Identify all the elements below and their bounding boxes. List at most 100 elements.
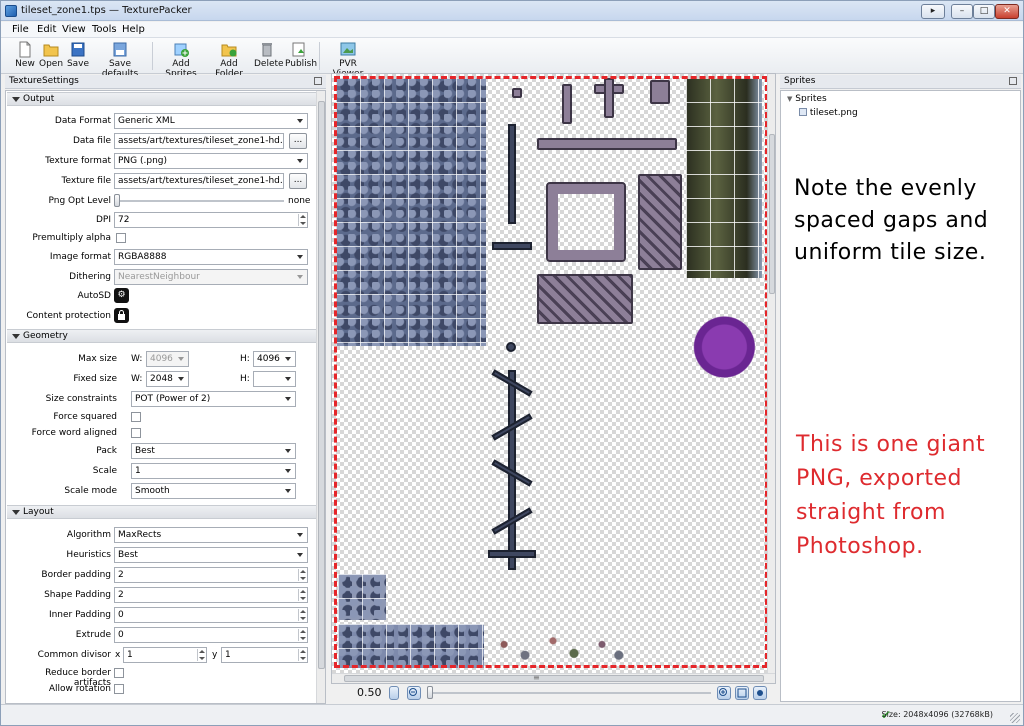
zoom-spinner[interactable] [389,686,399,700]
minimize-button[interactable]: – [951,4,973,19]
max-size-height-value: 4096 [257,354,280,364]
border-padding-input[interactable]: 2 [114,567,308,583]
menu-edit[interactable]: Edit [37,24,56,35]
scale-mode-select[interactable]: Smooth [131,483,296,499]
settings-scrollbar-thumb[interactable] [318,101,325,669]
texture-format-select[interactable]: PNG (.png) [114,153,308,169]
texture-file-input[interactable]: assets/art/textures/tileset_zone1-hd.png [114,173,284,189]
chevron-down-icon [285,469,291,473]
dock-float-icon[interactable] [314,77,322,85]
section-output[interactable]: Output [7,92,317,106]
menu-view[interactable]: View [62,24,86,35]
common-divisor-y-value: 1 [225,650,231,660]
canvas-horizontal-scrollbar[interactable]: ≡ [332,673,775,683]
section-geometry[interactable]: Geometry [7,329,317,343]
spinner-arrows-icon[interactable] [298,569,306,581]
section-layout[interactable]: Layout [7,505,317,519]
spinner-arrows-icon[interactable] [298,214,306,226]
open-button[interactable]: Open [39,41,63,69]
collapse-triangle-icon [12,334,20,339]
dithering-select[interactable]: NearestNeighbour [114,269,308,285]
size-constraints-select[interactable]: POT (Power of 2) [131,391,296,407]
restore-button[interactable]: ▸ [921,4,945,19]
extrude-input[interactable]: 0 [114,627,308,643]
image-format-select[interactable]: RGBA8888 [114,249,308,265]
fixed-size-h-label: H: [240,374,250,384]
algorithm-label: Algorithm [66,530,111,540]
png-opt-slider-handle[interactable] [114,194,120,207]
autosd-gear-button[interactable]: ⚙ [114,288,129,303]
data-format-select[interactable]: Generic XML [114,113,308,129]
dpi-input[interactable]: 72 [114,212,308,228]
settings-scrollbar[interactable] [316,91,325,703]
fixed-size-height-select[interactable] [253,371,296,387]
zoom-slider[interactable] [431,692,711,694]
data-file-input[interactable]: assets/art/textures/tileset_zone1-hd.xml [114,133,284,149]
menu-help[interactable]: Help [122,24,145,35]
close-button[interactable]: ✕ [995,4,1019,19]
new-button[interactable]: New [13,41,37,69]
chevron-down-icon [285,357,291,361]
spinner-arrows-icon[interactable] [298,629,306,641]
heuristics-select[interactable]: Best [114,547,308,563]
zoom-actual-button[interactable] [753,686,767,700]
premultiply-alpha-checkbox[interactable] [116,233,126,243]
extrude-label: Extrude [75,630,111,640]
spinner-arrows-icon[interactable] [197,649,205,661]
add-sprites-button[interactable]: Add Sprites [159,41,203,79]
save-button[interactable]: Save [66,41,90,69]
add-folder-button[interactable]: Add Folder [208,41,250,79]
save-button-label: Save [66,59,90,69]
scale-select[interactable]: 1 [131,463,296,479]
algorithm-select[interactable]: MaxRects [114,527,308,543]
delete-button[interactable]: Delete [254,41,284,69]
zoom-fit-button[interactable] [735,686,749,700]
zoom-out-button[interactable] [407,686,421,700]
spinner-arrows-icon[interactable] [298,649,306,661]
spinner-arrows-icon[interactable] [298,609,306,621]
zoom-in-button[interactable] [717,686,731,700]
main-toolbar: New Open Save Save defaults Add Sprites … [1,38,1023,79]
sprite-sheet-canvas[interactable]: ≡ [331,73,776,684]
spinner-arrows-icon[interactable] [298,589,306,601]
png-opt-slider[interactable] [116,200,284,202]
max-size-height-select[interactable]: 4096 [253,351,296,367]
sprite-item-row[interactable]: tileset.png [799,108,858,118]
dock-float-icon[interactable] [1009,77,1017,85]
border-padding-label: Border padding [41,570,111,580]
menu-tools[interactable]: Tools [92,24,117,35]
zoom-slider-handle[interactable] [427,686,433,699]
add-sprites-icon [174,43,189,57]
sprite-item-label: tileset.png [809,108,858,118]
texture-file-browse-button[interactable]: ... [289,173,307,189]
shape-padding-input[interactable]: 2 [114,587,308,603]
force-squared-checkbox[interactable] [131,412,141,422]
sprites-folder-row[interactable]: ▼ Sprites [787,94,827,104]
allow-rotation-checkbox[interactable] [114,684,124,694]
canvas-horizontal-scrollbar-thumb[interactable]: ≡ [344,673,764,682]
inner-padding-input[interactable]: 0 [114,607,308,623]
content-protection-button[interactable] [114,308,129,323]
resize-grip-icon[interactable] [1010,713,1020,723]
image-file-icon [799,108,807,116]
pack-select[interactable]: Best [131,443,296,459]
heuristics-label: Heuristics [66,550,111,560]
pack-label: Pack [96,446,117,456]
canvas-vertical-scrollbar[interactable] [767,74,775,674]
data-file-browse-button[interactable]: ... [289,133,307,149]
fixed-size-width-select[interactable]: 2048 [146,371,189,387]
common-divisor-y-input[interactable]: 1 [221,647,308,663]
maximize-button[interactable]: □ [973,4,995,19]
force-word-aligned-checkbox[interactable] [131,428,141,438]
common-divisor-x-input[interactable]: 1 [123,647,207,663]
canvas-vertical-scrollbar-thumb[interactable] [769,134,775,294]
publish-button[interactable]: Publish [285,41,317,69]
publish-button-label: Publish [285,59,318,69]
reduce-border-artifacts-checkbox[interactable] [114,668,124,678]
collapse-triangle-icon [12,97,20,102]
menu-file[interactable]: File [12,24,29,35]
save-defaults-button[interactable]: Save defaults [94,41,146,79]
force-squared-label: Force squared [53,412,117,422]
max-size-width-select[interactable]: 4096 [146,351,189,367]
texture-format-label: Texture format [45,156,111,166]
